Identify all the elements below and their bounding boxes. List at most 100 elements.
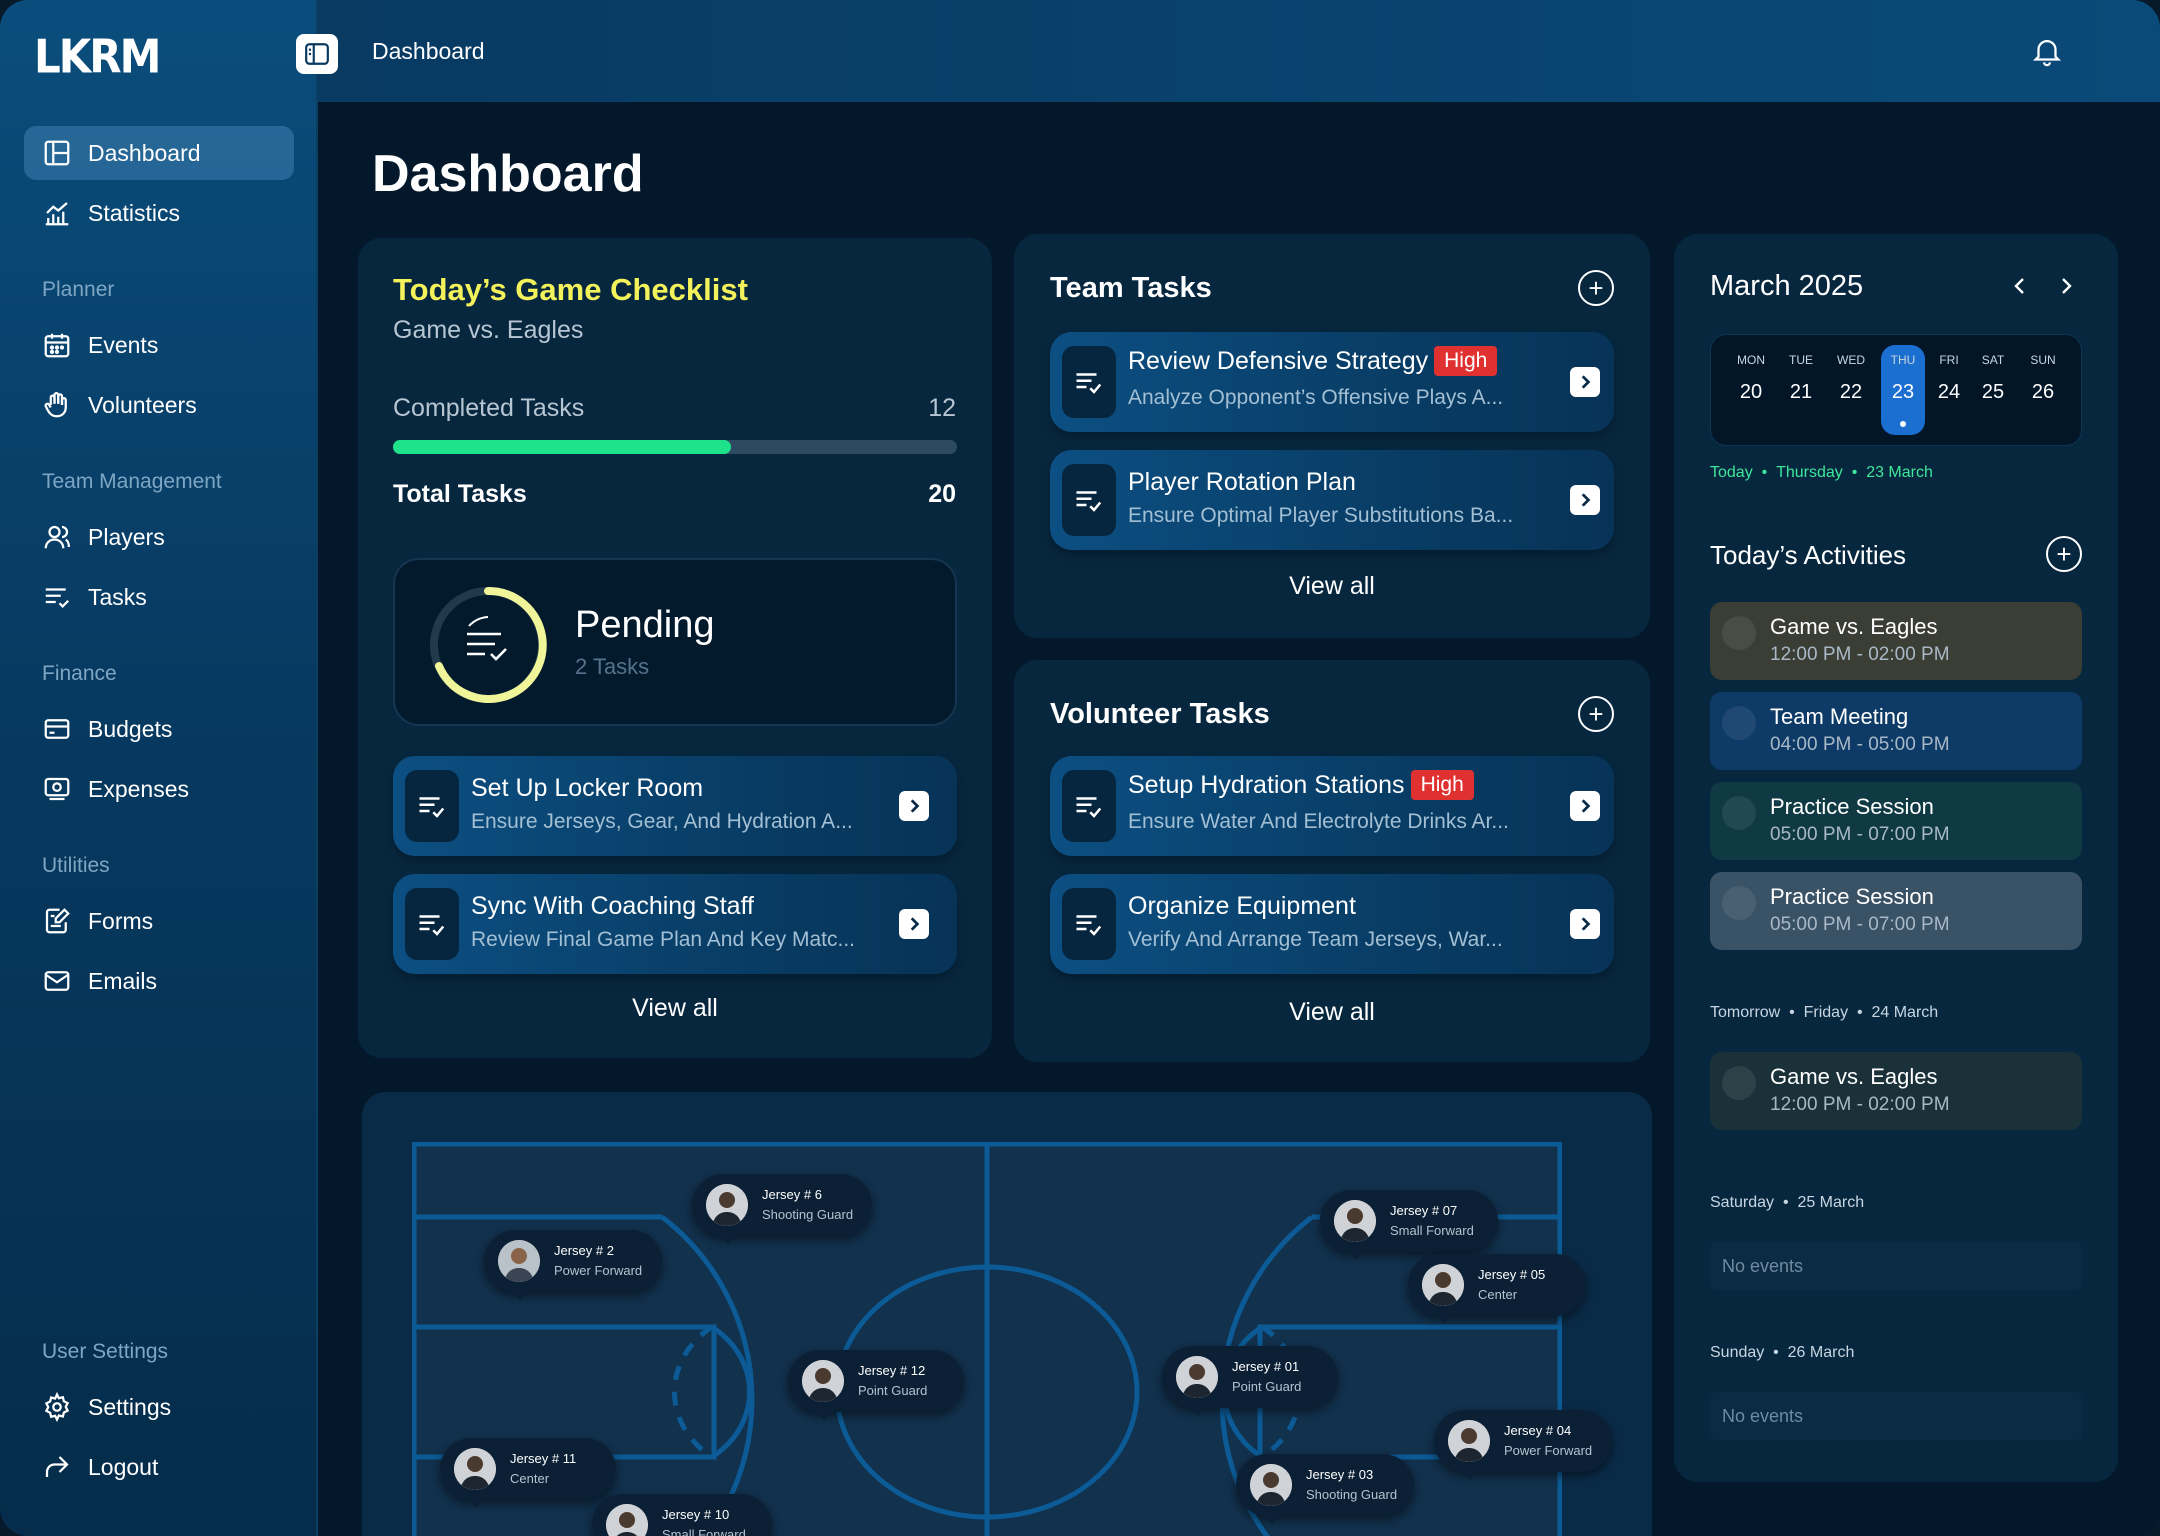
activity-item[interactable]: Practice Session 05:00 PM - 07:00 PM bbox=[1710, 782, 2082, 860]
player-pin[interactable]: Jersey # 05 Center bbox=[1408, 1254, 1586, 1324]
sidebar-item-players[interactable]: Players bbox=[24, 510, 294, 564]
day-date: 20 bbox=[1739, 381, 1763, 403]
progress-fill bbox=[393, 440, 732, 454]
sidebar-item-settings[interactable]: Settings bbox=[24, 1380, 294, 1434]
sidebar-item-forms[interactable]: Forms bbox=[24, 894, 294, 948]
player-avatar bbox=[706, 1184, 748, 1226]
sidebar-item-volunteers[interactable]: Volunteers bbox=[24, 378, 294, 432]
week-strip: MON 20 TUE 21 WED 22 THU 23 FRI 24 SAT 25 SUN 2… bbox=[1710, 334, 2082, 446]
activity-avatar bbox=[1722, 1066, 1756, 1100]
saturday-header: Saturday • 25 March bbox=[1710, 1194, 1865, 1211]
sidebar-item-logout[interactable]: Logout bbox=[24, 1440, 294, 1494]
hand-icon bbox=[44, 392, 67, 418]
sidebar-item-label: Events bbox=[88, 331, 159, 358]
pending-ring-icon bbox=[430, 586, 547, 703]
day-date: 24 bbox=[1937, 381, 1961, 403]
day-name: MON bbox=[1737, 353, 1765, 367]
day-date: 26 March bbox=[1787, 1344, 1855, 1361]
sidebar-item-events[interactable]: Events bbox=[24, 318, 294, 372]
day-name: WED bbox=[1837, 353, 1865, 367]
task-list-icon bbox=[1062, 464, 1116, 536]
team-task-1[interactable]: Review Defensive Strategy High Analyze Op… bbox=[1050, 332, 1614, 432]
team-tasks-view-all-link[interactable]: View all bbox=[1014, 572, 1650, 601]
player-pin[interactable]: Jersey # 2 Power Forward bbox=[484, 1230, 662, 1300]
day-name: SAT bbox=[1981, 353, 2005, 367]
chevron-right-icon[interactable] bbox=[1570, 791, 1600, 821]
sunday-header: Sunday • 26 March bbox=[1710, 1344, 1855, 1361]
player-pin[interactable]: Jersey # 03 Shooting Guard bbox=[1236, 1454, 1414, 1524]
activity-item[interactable]: Practice Session 05:00 PM - 07:00 PM bbox=[1710, 872, 2082, 950]
checklist-task-2[interactable]: Sync With Coaching Staff Review Final Ga… bbox=[393, 874, 957, 974]
calendar-icon bbox=[44, 333, 70, 358]
sidebar-item-label: Tasks bbox=[88, 583, 147, 610]
wallet-icon bbox=[44, 719, 70, 739]
activity-time: 12:00 PM - 02:00 PM bbox=[1770, 1094, 1950, 1115]
day-name: FRI bbox=[1939, 353, 1959, 367]
sidebar-item-dashboard[interactable]: Dashboard bbox=[24, 126, 294, 180]
sidebar-toggle-button[interactable] bbox=[296, 34, 338, 74]
player-position: Shooting Guard bbox=[762, 1207, 854, 1222]
section-finance: Finance bbox=[42, 662, 117, 685]
chevron-right-icon[interactable] bbox=[899, 791, 929, 821]
bell-icon[interactable] bbox=[2030, 34, 2064, 68]
player-pin[interactable]: Jersey # 07 Small Forward bbox=[1320, 1190, 1498, 1260]
checklist-task-1[interactable]: Set Up Locker Room Ensure Jerseys, Gear,… bbox=[393, 756, 957, 856]
sidebar-item-label: Emails bbox=[88, 967, 158, 994]
day-date: 23 bbox=[1891, 381, 1915, 403]
sidebar-item-budgets[interactable]: Budgets bbox=[24, 702, 294, 756]
team-task-2[interactable]: Player Rotation Plan Ensure Optimal Play… bbox=[1050, 450, 1614, 550]
chevron-right-icon[interactable] bbox=[899, 909, 929, 939]
chevron-right-icon[interactable] bbox=[1570, 485, 1600, 515]
player-pin[interactable]: Jersey # 01 Point Guard bbox=[1162, 1346, 1338, 1416]
pending-label: Pending bbox=[575, 604, 715, 646]
sidebar-item-label: Settings bbox=[88, 1393, 172, 1420]
task-title: Review Defensive Strategy High bbox=[1128, 346, 1498, 376]
chevron-left-icon[interactable] bbox=[2008, 274, 2032, 298]
calendar-day-selected[interactable]: THU 23 bbox=[1881, 345, 1925, 435]
player-pin[interactable]: Jersey # 10 Small Forward bbox=[592, 1494, 772, 1536]
chevron-right-icon[interactable] bbox=[2054, 274, 2078, 298]
sidebar-toggle-icon bbox=[305, 43, 329, 65]
player-position: Shooting Guard bbox=[1306, 1487, 1398, 1502]
player-pin[interactable]: Jersey # 11 Center bbox=[440, 1438, 616, 1508]
player-jersey: Jersey # 11 bbox=[510, 1451, 577, 1466]
player-pin[interactable]: Jersey # 04 Power Forward bbox=[1434, 1410, 1612, 1480]
sidebar-item-expenses[interactable]: Expenses bbox=[24, 762, 294, 816]
day-name: SUN bbox=[2030, 353, 2056, 367]
activity-avatar bbox=[1722, 796, 1756, 830]
no-events-box: No events bbox=[1710, 1392, 2082, 1440]
cash-icon bbox=[44, 777, 70, 801]
breadcrumb: Dashboard bbox=[372, 38, 485, 64]
chevron-right-icon[interactable] bbox=[1570, 367, 1600, 397]
day-weekday: Friday bbox=[1803, 1004, 1849, 1021]
task-title: Sync With Coaching Staff bbox=[471, 892, 755, 920]
activity-item[interactable]: Game vs. Eagles 12:00 PM - 02:00 PM bbox=[1710, 602, 2082, 680]
volunteer-task-2[interactable]: Organize Equipment Verify And Arrange Te… bbox=[1050, 874, 1614, 974]
logout-icon bbox=[45, 1456, 69, 1477]
form-icon bbox=[45, 908, 70, 934]
add-volunteer-task-button[interactable]: + bbox=[1578, 696, 1614, 732]
total-tasks-label: Total Tasks bbox=[393, 480, 527, 508]
day-weekday: Sunday bbox=[1710, 1344, 1765, 1361]
add-activity-button[interactable]: + bbox=[2046, 536, 2082, 572]
checklist-view-all-link[interactable]: View all bbox=[358, 994, 992, 1023]
sidebar-item-emails[interactable]: Emails bbox=[24, 954, 294, 1008]
activity-avatar bbox=[1722, 616, 1756, 650]
player-pin[interactable]: Jersey # 12 Point Guard bbox=[788, 1350, 964, 1420]
volunteer-task-1[interactable]: Setup Hydration Stations High Ensure Wate… bbox=[1050, 756, 1614, 856]
chevron-right-icon[interactable] bbox=[1570, 909, 1600, 939]
section-team-management: Team Management bbox=[42, 470, 222, 493]
task-list-icon bbox=[1062, 888, 1116, 960]
sidebar-item-label: Players bbox=[88, 523, 165, 550]
sidebar-item-statistics[interactable]: Statistics bbox=[24, 186, 294, 240]
section-user-settings: User Settings bbox=[42, 1340, 169, 1363]
player-pin[interactable]: Jersey # 6 Shooting Guard bbox=[692, 1174, 872, 1244]
activities-title: Today’s Activities bbox=[1710, 540, 1907, 570]
add-team-task-button[interactable]: + bbox=[1578, 270, 1614, 306]
section-utilities: Utilities bbox=[42, 854, 110, 877]
sidebar-item-tasks[interactable]: Tasks bbox=[24, 570, 294, 624]
volunteer-tasks-view-all-link[interactable]: View all bbox=[1014, 998, 1650, 1027]
activity-item[interactable]: Game vs. Eagles 12:00 PM - 02:00 PM bbox=[1710, 1052, 2082, 1130]
activity-item[interactable]: Team Meeting 04:00 PM - 05:00 PM bbox=[1710, 692, 2082, 770]
player-position: Point Guard bbox=[1232, 1379, 1302, 1394]
